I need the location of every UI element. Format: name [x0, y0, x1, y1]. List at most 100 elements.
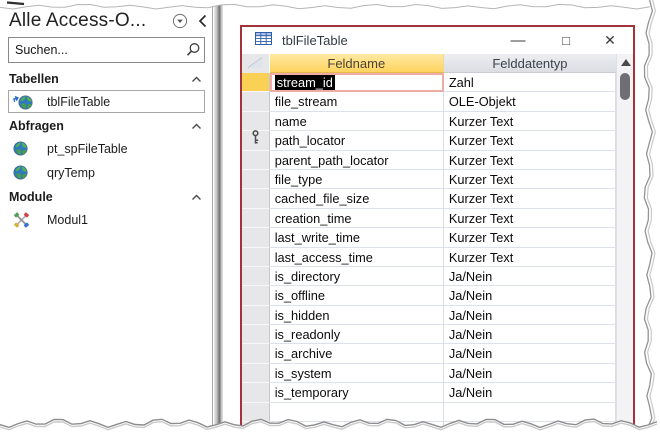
sidebar-item-tblfiletable[interactable]: tblFileTable	[8, 90, 205, 113]
access-app-screenshot: Alle Access-O... TabellentblFileTableAbf…	[0, 0, 660, 433]
field-name-cell[interactable]: is_offline	[270, 286, 444, 305]
table-row: creation_timeKurzer Text	[242, 209, 616, 228]
data-type-cell[interactable]: Kurzer Text	[444, 248, 616, 267]
field-name-cell[interactable]: name	[270, 112, 444, 131]
search-input[interactable]	[9, 43, 182, 57]
minimize-button[interactable]: —	[506, 27, 530, 54]
sidebar-item-pt_spfiletable[interactable]: pt_spFileTable	[8, 137, 205, 160]
field-name-cell[interactable]: path_locator	[270, 131, 444, 150]
table-design-window: tblFileTable — □ ✕ Feldname Felddatentyp…	[240, 25, 635, 433]
chevron-up-icon[interactable]	[191, 70, 202, 88]
column-header-felddatentyp[interactable]: Felddatentyp	[444, 54, 616, 73]
data-type-cell[interactable]: Zahl	[444, 73, 616, 92]
nav-pane-splitter[interactable]	[214, 0, 223, 433]
row-selector[interactable]	[242, 170, 270, 189]
sidebar-item-qrytemp[interactable]: qryTemp	[8, 161, 205, 184]
row-selector[interactable]	[242, 422, 270, 433]
field-name-cell[interactable]: is_archive	[270, 344, 444, 363]
field-name-cell[interactable]: is_hidden	[270, 306, 444, 325]
data-type-cell[interactable]: Kurzer Text	[444, 112, 616, 131]
maximize-button[interactable]: □	[554, 27, 578, 54]
field-name-cell[interactable]: file_type	[270, 170, 444, 189]
nav-section-abfragen[interactable]: Abfragen	[0, 115, 212, 136]
row-selector[interactable]	[242, 228, 270, 247]
row-selector[interactable]	[242, 286, 270, 305]
grid-rows: stream_idZahlfile_streamOLE-ObjektnameKu…	[242, 73, 616, 433]
search-box[interactable]	[8, 37, 205, 63]
row-selector[interactable]	[242, 383, 270, 402]
data-type-cell[interactable]	[444, 422, 616, 433]
row-selector[interactable]	[242, 267, 270, 286]
row-selector[interactable]	[242, 151, 270, 170]
data-type-cell[interactable]: Kurzer Text	[444, 209, 616, 228]
chevron-up-icon[interactable]	[191, 117, 202, 135]
data-type-cell[interactable]: OLE-Objekt	[444, 92, 616, 111]
data-type-cell[interactable]: Ja/Nein	[444, 344, 616, 363]
data-type-cell[interactable]: Ja/Nein	[444, 325, 616, 344]
field-name-cell[interactable]: is_directory	[270, 267, 444, 286]
data-type-cell[interactable]: Ja/Nein	[444, 306, 616, 325]
data-type-cell[interactable]: Kurzer Text	[444, 131, 616, 150]
data-type-cell[interactable]	[444, 403, 616, 422]
field-name-cell[interactable]: last_write_time	[270, 228, 444, 247]
row-selector[interactable]	[242, 92, 270, 111]
key-icon	[251, 130, 260, 150]
field-name-cell[interactable]: is_temporary	[270, 383, 444, 402]
field-name-cell[interactable]	[270, 422, 444, 433]
nav-section-tabellen[interactable]: Tabellen	[0, 68, 212, 89]
row-selector[interactable]	[242, 344, 270, 363]
data-type-cell[interactable]: Kurzer Text	[444, 189, 616, 208]
data-type-cell[interactable]: Ja/Nein	[444, 286, 616, 305]
row-selector[interactable]	[242, 189, 270, 208]
table-row: cached_file_sizeKurzer Text	[242, 189, 616, 208]
row-selector-key[interactable]	[242, 131, 270, 150]
search-icon[interactable]	[182, 42, 204, 58]
field-name-cell[interactable]: parent_path_locator	[270, 151, 444, 170]
data-type-cell[interactable]: Ja/Nein	[444, 364, 616, 383]
column-header-feldname[interactable]: Feldname	[270, 54, 444, 73]
select-all-corner-cell[interactable]	[242, 54, 270, 73]
field-name-cell[interactable]: cached_file_size	[270, 189, 444, 208]
sidebar-item-modul1[interactable]: Modul1	[8, 208, 205, 231]
scrollbar-up-arrow-icon[interactable]	[617, 54, 633, 71]
row-selector[interactable]	[242, 325, 270, 344]
field-name-cell[interactable]: stream_id	[270, 73, 444, 92]
table-row: last_write_timeKurzer Text	[242, 228, 616, 247]
chevron-left-icon[interactable]	[197, 14, 208, 28]
row-selector[interactable]	[242, 306, 270, 325]
table-row: parent_path_locatorKurzer Text	[242, 151, 616, 170]
data-type-cell[interactable]: Ja/Nein	[444, 267, 616, 286]
vertical-scrollbar[interactable]	[616, 54, 633, 433]
field-design-grid: Feldname Felddatentyp stream_idZahlfile_…	[242, 54, 616, 433]
field-name-cell[interactable]: file_stream	[270, 92, 444, 111]
field-name-cell[interactable]: last_access_time	[270, 248, 444, 267]
circle-chevron-down-icon[interactable]	[172, 13, 188, 29]
nav-pane-object-list: TabellentblFileTableAbfragenpt_spFileTab…	[0, 66, 212, 232]
row-selector[interactable]	[242, 73, 270, 92]
table-row: is_offlineJa/Nein	[242, 286, 616, 305]
table-row: is_temporaryJa/Nein	[242, 383, 616, 402]
data-type-cell[interactable]: Kurzer Text	[444, 151, 616, 170]
data-type-cell[interactable]: Kurzer Text	[444, 228, 616, 247]
field-name-cell[interactable]	[270, 403, 444, 422]
data-type-cell[interactable]: Ja/Nein	[444, 383, 616, 402]
row-selector[interactable]	[242, 248, 270, 267]
field-name-cell[interactable]: is_readonly	[270, 325, 444, 344]
nav-section-module[interactable]: Module	[0, 186, 212, 207]
linked-table-globe-icon	[13, 94, 33, 110]
chevron-up-icon[interactable]	[191, 188, 202, 206]
field-name-cell[interactable]: is_system	[270, 364, 444, 383]
window-titlebar[interactable]: tblFileTable — □ ✕	[242, 27, 633, 54]
row-selector[interactable]	[242, 403, 270, 422]
row-selector[interactable]	[242, 364, 270, 383]
table-row: is_systemJa/Nein	[242, 364, 616, 383]
data-type-cell[interactable]: Kurzer Text	[444, 170, 616, 189]
table-row: is_directoryJa/Nein	[242, 267, 616, 286]
row-selector[interactable]	[242, 209, 270, 228]
scrollbar-thumb[interactable]	[620, 73, 630, 100]
table-row: file_streamOLE-Objekt	[242, 92, 616, 111]
close-button[interactable]: ✕	[598, 27, 622, 54]
row-selector[interactable]	[242, 112, 270, 131]
field-name-cell[interactable]: creation_time	[270, 209, 444, 228]
table-row	[242, 422, 616, 433]
